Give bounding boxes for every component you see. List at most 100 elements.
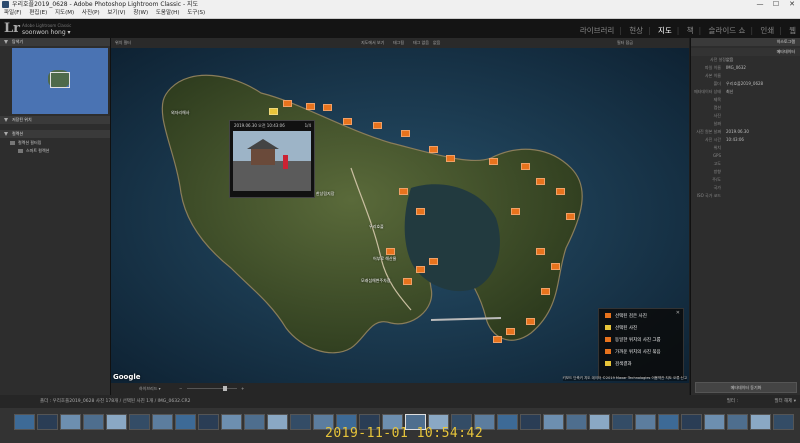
map-pin[interactable] [429, 146, 438, 153]
filter-select[interactable]: 필터 해제 ▾ [774, 395, 796, 408]
filmstrip-thumbnail[interactable] [106, 414, 127, 430]
metadata-header[interactable]: 메타데이터 [691, 48, 800, 56]
filmstrip-source-info[interactable]: 폴더 : 우리호플2019_0628 사진 178개 / 선택된 사진 1개 /… [40, 395, 191, 408]
map-attribution[interactable]: 키보드 단축키 지도 데이터 ©2019 Maxar Technologies … [562, 376, 687, 381]
menu-file[interactable]: 파일(F) [4, 10, 22, 16]
map-pin[interactable] [403, 278, 412, 285]
map-pin[interactable] [416, 266, 425, 273]
filmstrip-thumbnail[interactable] [129, 414, 150, 430]
metadata-row[interactable]: 사진 원본 날짜 2019.06.30 [691, 129, 800, 135]
filmstrip-thumbnail[interactable] [60, 414, 81, 430]
module-print[interactable]: 인쇄 [760, 26, 774, 35]
map-pin[interactable] [401, 130, 410, 137]
filter-visible-on-map[interactable]: 지도에서 보기 [361, 38, 384, 48]
filmstrip-thumbnail[interactable] [543, 414, 564, 430]
filmstrip-thumbnail[interactable] [704, 414, 725, 430]
map-pin[interactable] [506, 328, 515, 335]
metadata-row[interactable]: 캡션 [691, 105, 800, 111]
filmstrip-thumbnail[interactable] [83, 414, 104, 430]
filmstrip-thumbnail[interactable] [635, 414, 656, 430]
map-pin[interactable] [536, 248, 545, 255]
histogram-header[interactable]: 히스토그램 [691, 38, 800, 46]
map-pin[interactable] [399, 188, 408, 195]
navigator-header[interactable]: 탐색기 [0, 38, 110, 46]
satellite-map[interactable]: 외자리해사 한상림지장 우리호플 어부로 해산물 모래섬해변주차장 2019.0… [111, 48, 689, 383]
map-pin-selected[interactable] [269, 108, 278, 115]
filmstrip-thumbnail[interactable] [14, 414, 35, 430]
filmstrip-thumbnail[interactable] [566, 414, 587, 430]
metadata-value[interactable]: 우리호플2019_0628 [726, 81, 763, 87]
map-pin[interactable] [373, 122, 382, 129]
filmstrip-thumbnail[interactable] [152, 414, 173, 430]
filmstrip-thumbnail[interactable] [589, 414, 610, 430]
account-name[interactable]: soonwon hong ▾ [22, 29, 71, 36]
navigator-map[interactable] [12, 48, 108, 114]
filmstrip-thumbnail[interactable] [37, 414, 58, 430]
zoom-in-button[interactable]: + [241, 383, 244, 395]
map-pin[interactable] [526, 318, 535, 325]
filmstrip-thumbnail[interactable] [727, 414, 748, 430]
metadata-row[interactable]: 방향 [691, 169, 800, 175]
module-library[interactable]: 라이브러리 [580, 26, 615, 35]
filmstrip-thumbnail[interactable] [658, 414, 679, 430]
map-pin[interactable] [566, 213, 575, 220]
filter-lock-button[interactable]: 필터 잠금 [617, 38, 633, 48]
navigator-viewport-box[interactable] [50, 72, 70, 88]
collection-filter-row[interactable]: 컬렉션 필터링 [10, 140, 108, 146]
map-pin[interactable] [416, 208, 425, 215]
metadata-row[interactable]: 메타데이터 상태 최신 [691, 89, 800, 95]
filter-tagged[interactable]: 태그됨 [393, 38, 404, 48]
map-pin[interactable] [511, 208, 520, 215]
metadata-row[interactable]: 고도 [691, 161, 800, 167]
maximize-button[interactable]: ☐ [768, 0, 784, 9]
popup-photo-thumbnail[interactable] [233, 131, 311, 191]
zoom-slider-track[interactable] [187, 388, 237, 389]
map-pin[interactable] [556, 188, 565, 195]
saved-locations-header[interactable]: 저장된 위치 [0, 116, 110, 124]
map-pin[interactable] [429, 258, 438, 265]
module-slideshow[interactable]: 슬라이드 쇼 [709, 26, 746, 35]
minimize-button[interactable]: — [752, 0, 768, 9]
zoom-slider-thumb[interactable] [223, 386, 227, 391]
metadata-row[interactable]: 위치 [691, 145, 800, 151]
map-pin[interactable] [493, 336, 502, 343]
menu-edit[interactable]: 편집(E) [29, 10, 47, 16]
metadata-row[interactable]: 폴더 우리호플2019_0628 [691, 81, 800, 87]
filmstrip-thumbnail[interactable] [221, 414, 242, 430]
map-pin[interactable] [306, 103, 315, 110]
module-map[interactable]: 지도 [658, 26, 672, 35]
metadata-row[interactable]: 파일 이름 IMG_0632 [691, 65, 800, 71]
map-pin[interactable] [551, 263, 560, 270]
metadata-row[interactable]: 국가 [691, 185, 800, 191]
map-pin[interactable] [521, 163, 530, 170]
filmstrip-thumbnail[interactable] [773, 414, 794, 430]
filmstrip-thumbnail[interactable] [244, 414, 265, 430]
filmstrip-thumbnail[interactable] [612, 414, 633, 430]
zoom-out-button[interactable]: − [179, 383, 182, 395]
menu-map[interactable]: 지도(M) [55, 10, 74, 16]
map-pin[interactable] [489, 158, 498, 165]
close-button[interactable]: ✕ [784, 0, 800, 9]
metadata-value[interactable]: 10:43:06 [726, 137, 744, 143]
collections-header[interactable]: 컬렉션 [0, 130, 110, 138]
menu-window[interactable]: 창(W) [133, 10, 148, 16]
popup-counter[interactable]: 1/4 [305, 123, 311, 128]
map-pin[interactable] [446, 155, 455, 162]
metadata-value[interactable]: IMG_0632 [726, 65, 746, 71]
filter-untagged[interactable]: 태그 없음 [413, 38, 429, 48]
metadata-row[interactable]: 주/도 [691, 177, 800, 183]
menu-photo[interactable]: 사진(P) [82, 10, 100, 16]
smart-collection-row[interactable]: 스마트 컬렉션 [18, 148, 116, 154]
menu-view[interactable]: 보기(V) [107, 10, 125, 16]
metadata-row[interactable]: GPS [691, 153, 800, 159]
metadata-row[interactable]: 사진 시간 10:43:06 [691, 137, 800, 143]
metadata-value[interactable]: 2019.06.30 [726, 129, 749, 135]
filmstrip-thumbnail[interactable] [520, 414, 541, 430]
map-pin[interactable] [536, 178, 545, 185]
map-pin[interactable] [323, 104, 332, 111]
map-style-select[interactable]: 하이브리드 ▾ [139, 383, 161, 395]
module-web[interactable]: 웹 [789, 26, 796, 35]
metadata-row[interactable]: 사진 [691, 113, 800, 119]
module-book[interactable]: 책 [687, 26, 694, 35]
filmstrip-thumbnail[interactable] [497, 414, 518, 430]
